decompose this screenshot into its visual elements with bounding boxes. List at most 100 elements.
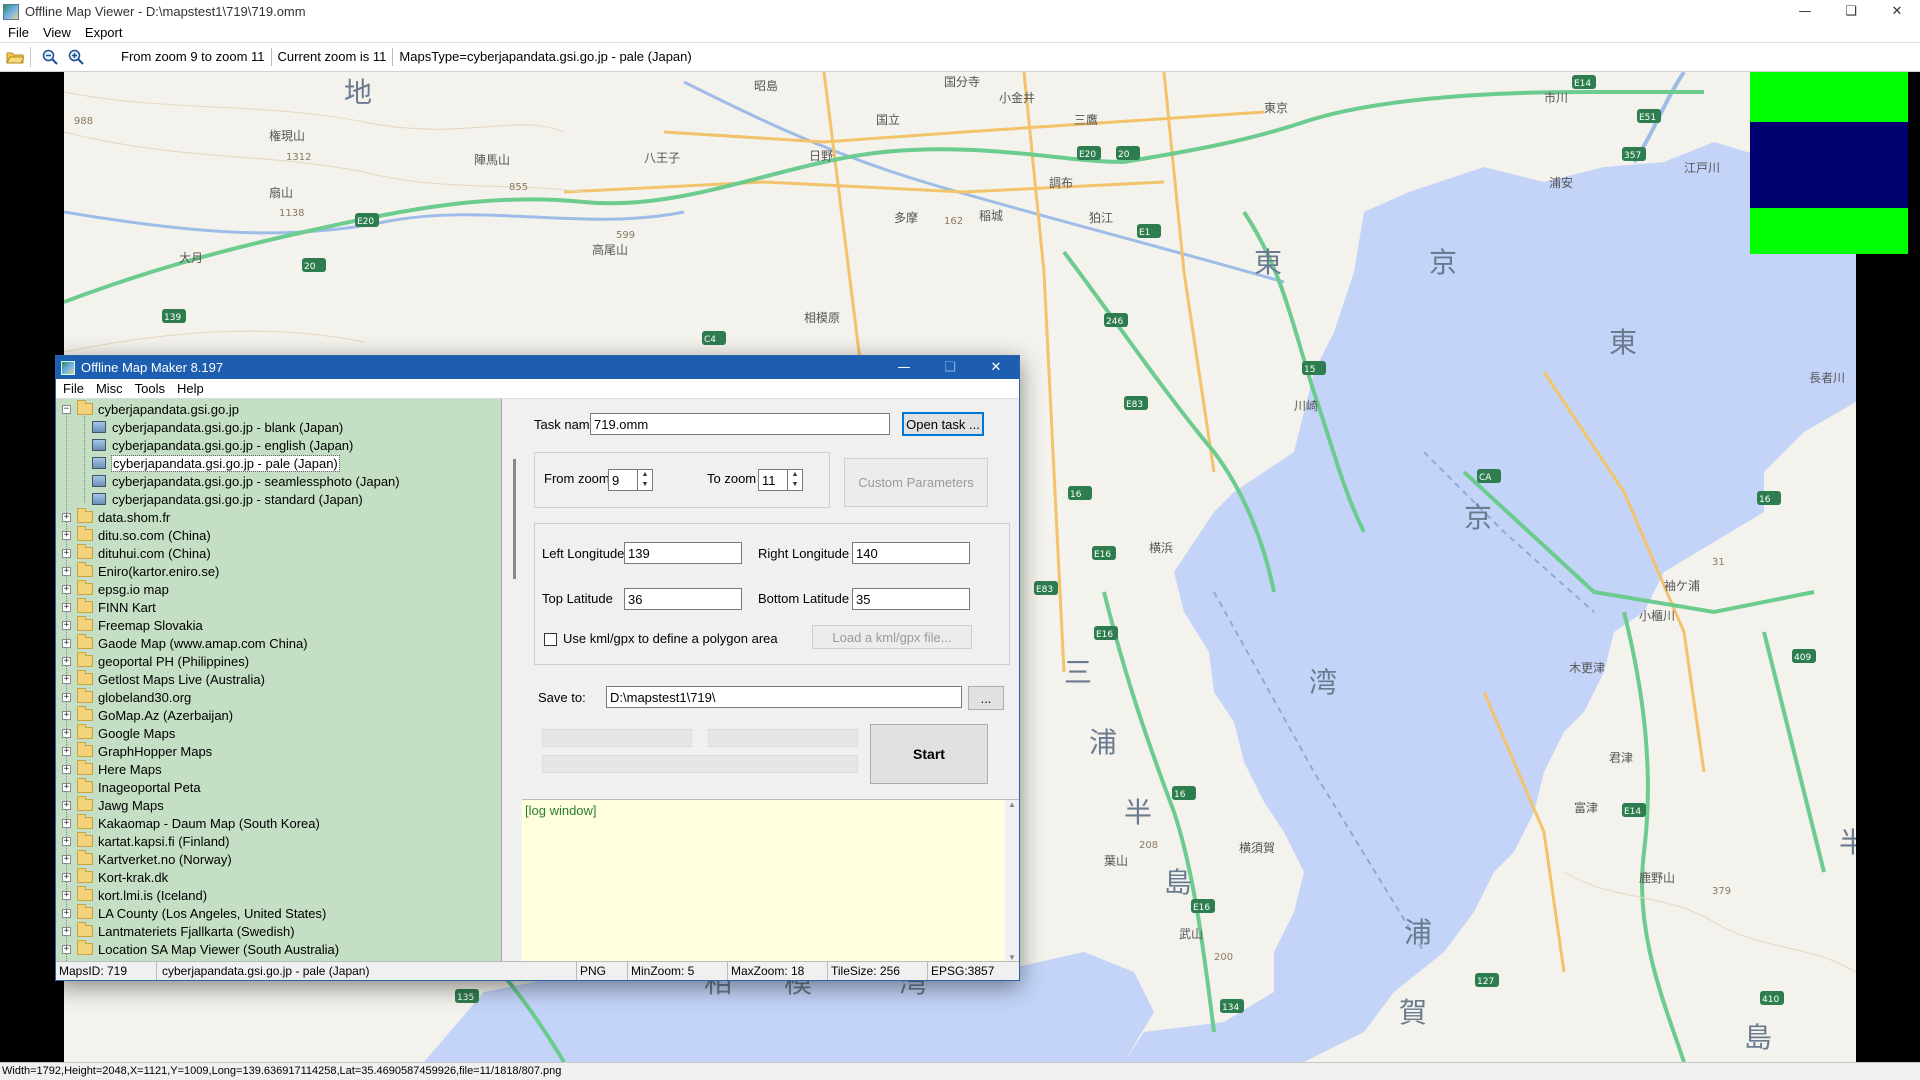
menu-misc[interactable]: Misc: [96, 381, 123, 396]
tree-item-folder[interactable]: + kartat.kapsi.fi (Finland): [62, 832, 230, 850]
expand-icon[interactable]: +: [62, 728, 71, 738]
expand-icon[interactable]: +: [62, 890, 71, 900]
tree-item-folder[interactable]: + Eniro(kartor.eniro.se): [62, 562, 219, 580]
close-button[interactable]: ✕: [973, 356, 1019, 379]
expand-icon[interactable]: +: [62, 854, 71, 864]
tree-item-folder[interactable]: + Kakaomap - Daum Map (South Korea): [62, 814, 320, 832]
to-zoom-spinner[interactable]: ▲ ▼: [788, 469, 803, 491]
log-window[interactable]: [log window] ▲ ▼: [522, 799, 1019, 962]
dialog-titlebar[interactable]: Offline Map Maker 8.197 — ❏ ✕: [56, 356, 1019, 379]
tree-item-map[interactable]: cyberjapandata.gsi.go.jp - pale (Japan): [92, 454, 340, 472]
spin-down-icon[interactable]: ▼: [638, 480, 652, 490]
expand-icon[interactable]: +: [62, 926, 71, 936]
menu-help[interactable]: Help: [177, 381, 204, 396]
expand-icon[interactable]: +: [62, 746, 71, 756]
close-button[interactable]: ✕: [1874, 0, 1920, 23]
spin-up-icon[interactable]: ▲: [638, 470, 652, 480]
tree-item-folder[interactable]: + data.shom.fr: [62, 508, 170, 526]
expand-icon[interactable]: +: [62, 674, 71, 684]
collapse-icon[interactable]: −: [62, 404, 71, 414]
tree-item-folder[interactable]: + Jawg Maps: [62, 796, 164, 814]
to-zoom-input[interactable]: [758, 469, 788, 491]
from-zoom-input[interactable]: [608, 469, 638, 491]
open-folder-icon[interactable]: [4, 46, 26, 68]
expand-icon[interactable]: +: [62, 620, 71, 630]
minimize-button[interactable]: —: [1782, 0, 1828, 23]
expand-icon[interactable]: +: [62, 944, 71, 954]
top-latitude-input[interactable]: [624, 588, 742, 610]
tree-item-folder[interactable]: + kort.lmi.is (Iceland): [62, 886, 207, 904]
log-scrollbar[interactable]: ▲ ▼: [1005, 800, 1019, 962]
tree-item-folder[interactable]: + Location SA Map Viewer (South Australia…: [62, 940, 339, 958]
left-longitude-input[interactable]: [624, 542, 742, 564]
right-longitude-input[interactable]: [852, 542, 970, 564]
expand-icon[interactable]: +: [62, 764, 71, 774]
expand-icon[interactable]: +: [62, 512, 71, 522]
tree-item-folder[interactable]: + Kartverket.no (Norway): [62, 850, 232, 868]
menu-file[interactable]: File: [8, 25, 29, 40]
expand-icon[interactable]: +: [62, 872, 71, 882]
tree-scrollbar[interactable]: [510, 399, 522, 961]
menu-file[interactable]: File: [63, 381, 84, 396]
expand-icon[interactable]: +: [62, 548, 71, 558]
expand-icon[interactable]: +: [62, 782, 71, 792]
tree-item-map[interactable]: cyberjapandata.gsi.go.jp - seamlessphoto…: [92, 472, 400, 490]
tree-item-map[interactable]: cyberjapandata.gsi.go.jp - english (Japa…: [92, 436, 353, 454]
tree-item-map[interactable]: cyberjapandata.gsi.go.jp - blank (Japan): [92, 418, 343, 436]
spin-down-icon[interactable]: ▼: [788, 480, 802, 490]
menu-export[interactable]: Export: [85, 25, 123, 40]
tree-item-folder[interactable]: + dituhui.com (China): [62, 544, 211, 562]
tree-item-folder[interactable]: + Kort-krak.dk: [62, 868, 168, 886]
save-to-input[interactable]: [606, 686, 962, 708]
scrollbar-thumb[interactable]: [513, 459, 516, 579]
maximize-button[interactable]: ❏: [927, 356, 973, 379]
expand-icon[interactable]: +: [62, 656, 71, 666]
tree-item-folder[interactable]: + Getlost Maps Live (Australia): [62, 670, 265, 688]
expand-icon[interactable]: +: [62, 530, 71, 540]
tree-item-folder[interactable]: + Freemap Slovakia: [62, 616, 203, 634]
scroll-up-icon[interactable]: ▲: [1005, 800, 1019, 809]
expand-icon[interactable]: +: [62, 638, 71, 648]
tree-item-folder[interactable]: + Lantmateriets Fjallkarta (Swedish): [62, 922, 295, 940]
custom-parameters-button[interactable]: Custom Parameters: [844, 458, 988, 507]
zoom-in-icon[interactable]: [65, 46, 87, 68]
expand-icon[interactable]: +: [62, 818, 71, 828]
expand-icon[interactable]: +: [62, 602, 71, 612]
expand-icon[interactable]: +: [62, 584, 71, 594]
tree-item-folder[interactable]: + geoportal PH (Philippines): [62, 652, 249, 670]
browse-button[interactable]: ...: [968, 686, 1004, 710]
from-zoom-spinner[interactable]: ▲ ▼: [638, 469, 653, 491]
menu-tools[interactable]: Tools: [135, 381, 165, 396]
zoom-out-icon[interactable]: [39, 46, 61, 68]
tree-item-folder[interactable]: + epsg.io map: [62, 580, 169, 598]
map-source-tree[interactable]: − cyberjapandata.gsi.go.jp cyberjapandat…: [56, 399, 502, 961]
load-kml-button[interactable]: Load a kml/gpx file...: [812, 625, 972, 649]
minimize-button[interactable]: —: [881, 356, 927, 379]
task-name-input[interactable]: [590, 413, 890, 435]
spin-up-icon[interactable]: ▲: [788, 470, 802, 480]
expand-icon[interactable]: +: [62, 836, 71, 846]
start-button[interactable]: Start: [870, 724, 988, 784]
use-kml-checkbox[interactable]: [544, 633, 557, 646]
expand-icon[interactable]: +: [62, 908, 71, 918]
tree-item-folder[interactable]: + Google Maps: [62, 724, 175, 742]
tree-item-folder[interactable]: + LA County (Los Angeles, United States): [62, 904, 326, 922]
expand-icon[interactable]: +: [62, 566, 71, 576]
expand-icon[interactable]: +: [62, 800, 71, 810]
tree-item-folder[interactable]: + GoMap.Az (Azerbaijan): [62, 706, 233, 724]
bottom-latitude-input[interactable]: [852, 588, 970, 610]
tree-item-folder[interactable]: + Gaode Map (www.amap.com China): [62, 634, 308, 652]
tree-item-folder[interactable]: + globeland30.org: [62, 688, 191, 706]
tree-item-folder[interactable]: + ditu.so.com (China): [62, 526, 211, 544]
tree-item-map[interactable]: cyberjapandata.gsi.go.jp - standard (Jap…: [92, 490, 363, 508]
maximize-button[interactable]: ❏: [1828, 0, 1874, 23]
tree-item-folder[interactable]: + Inageoportal Peta: [62, 778, 201, 796]
open-task-button[interactable]: Open task ...: [902, 412, 984, 436]
tree-item-folder[interactable]: + GraphHopper Maps: [62, 742, 212, 760]
expand-icon[interactable]: +: [62, 692, 71, 702]
tree-item-root[interactable]: − cyberjapandata.gsi.go.jp: [62, 400, 239, 418]
tree-item-folder[interactable]: + Here Maps: [62, 760, 162, 778]
menu-view[interactable]: View: [43, 25, 71, 40]
tree-item-folder[interactable]: + FINN Kart: [62, 598, 156, 616]
expand-icon[interactable]: +: [62, 710, 71, 720]
